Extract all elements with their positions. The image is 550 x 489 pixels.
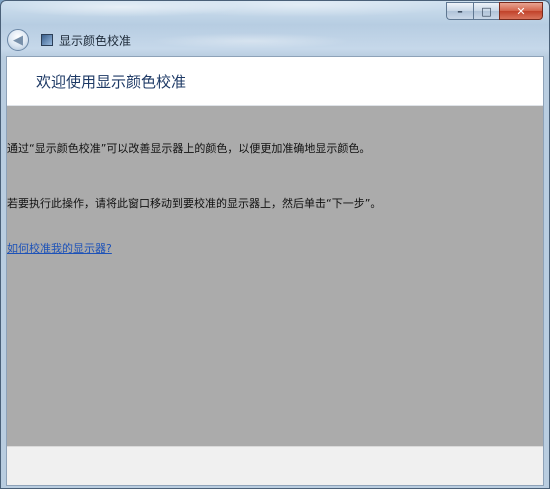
close-button[interactable]: ✕ bbox=[499, 2, 543, 20]
wizard-content: 欢迎使用显示颜色校准 通过“显示颜色校准”可以改善显示器上的颜色，以便更加准确地… bbox=[6, 56, 544, 486]
navigation-bar: ◀ 显示颜色校准 bbox=[7, 27, 131, 53]
close-icon: ✕ bbox=[516, 4, 526, 18]
maximize-icon: □ bbox=[481, 4, 492, 18]
wizard-footer bbox=[7, 446, 543, 485]
intro-text: 通过“显示颜色校准”可以改善显示器上的颜色，以便更加准确地显示颜色。 bbox=[7, 142, 371, 155]
maximize-button[interactable]: □ bbox=[473, 2, 499, 20]
minimize-button[interactable]: – bbox=[446, 2, 473, 20]
color-calibration-icon bbox=[41, 34, 53, 46]
back-button[interactable]: ◀ bbox=[7, 29, 29, 51]
wizard-header: 欢迎使用显示颜色校准 bbox=[7, 57, 543, 106]
color-calibration-window: – □ ✕ ◀ 显示颜色校准 欢迎使用显示颜色校准 通过“显示颜色校准”可以改善… bbox=[0, 0, 550, 489]
caption-buttons: – □ ✕ bbox=[446, 2, 543, 20]
back-arrow-icon: ◀ bbox=[13, 32, 23, 48]
help-link[interactable]: 如何校准我的显示器? bbox=[7, 240, 112, 256]
instruction-text: 若要执行此操作，请将此窗口移动到要校准的显示器上，然后单击“下一步”。 bbox=[7, 197, 382, 210]
page-heading: 欢迎使用显示颜色校准 bbox=[36, 72, 187, 91]
window-title: 显示颜色校准 bbox=[59, 33, 132, 48]
minimize-icon: – bbox=[457, 4, 463, 18]
